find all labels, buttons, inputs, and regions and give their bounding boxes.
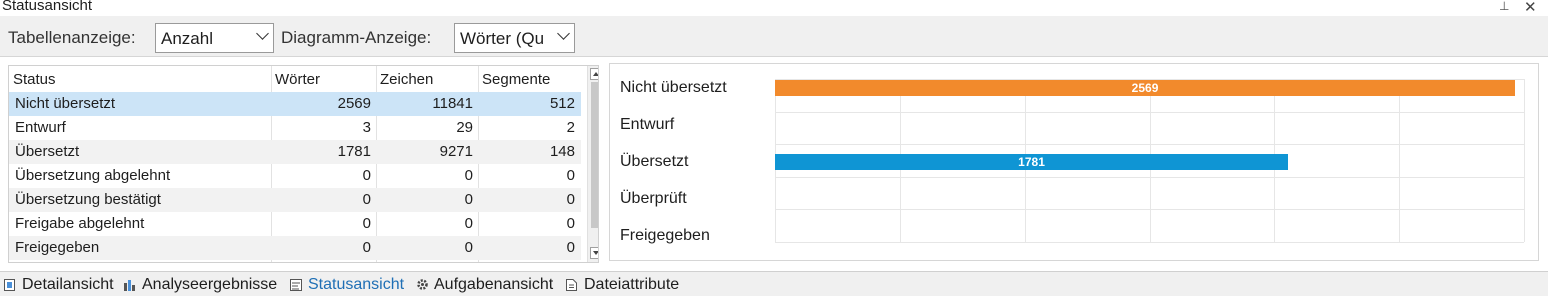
words-cell: 0 [362, 167, 371, 184]
chart-gridline [775, 111, 1524, 113]
chart-gridline [1524, 79, 1525, 242]
scroll-up-button[interactable] [590, 68, 598, 80]
words-cell: 1781 [337, 143, 371, 160]
bar-value-label: 2569 [1131, 81, 1159, 95]
category-label: Überprüft [620, 190, 687, 207]
chevron-down-icon [557, 27, 570, 40]
table-display-dropdown[interactable]: Anzahl [155, 23, 274, 53]
column-header-characters[interactable]: Zeichen [376, 66, 478, 92]
tab-aufgabenansicht[interactable]: Aufgabenansicht [434, 276, 553, 294]
status-cell: Nicht übersetzt [15, 95, 116, 112]
characters-cell: 9271 [439, 143, 473, 160]
characters-cell: 0 [464, 167, 473, 184]
column-header-words[interactable]: Wörter [271, 66, 376, 92]
characters-cell: 11841 [432, 95, 473, 112]
panel-title: Statusansicht [2, 0, 93, 14]
chevron-down-icon [256, 27, 269, 40]
segments-cell: 2 [566, 119, 575, 136]
chart-bar: 1781 [775, 154, 1289, 170]
chart-gridline [775, 209, 1524, 211]
close-icon[interactable]: ✕ [1524, 0, 1537, 16]
status-cell: Übersetzt [15, 143, 80, 160]
arrow-down-icon [593, 251, 598, 255]
status-icon [290, 278, 302, 291]
tab-analyseergebnisse[interactable]: Analyseergebnisse [142, 276, 277, 294]
chart-display-value: Wörter (Qu [460, 29, 545, 48]
words-cell: 3 [362, 119, 371, 136]
words-cell: 0 [362, 239, 371, 256]
analysis-icon [124, 278, 135, 291]
status-cell: Übersetzung bestätigt [15, 191, 161, 208]
characters-cell: 29 [456, 119, 473, 136]
segments-cell: 0 [566, 167, 575, 184]
bar-value-label: 1781 [1018, 155, 1045, 169]
words-cell: 2569 [337, 95, 371, 112]
vertical-scrollbar[interactable] [587, 66, 598, 262]
tab-detailansicht[interactable]: Detailansicht [22, 276, 114, 294]
status-cell: Freigabe abgelehnt [15, 215, 145, 232]
tab-bar: Detailansicht Analyseergebnisse Statusansi… [0, 271, 1548, 296]
file-icon [566, 278, 577, 291]
table-row[interactable]: Freigabe abgelehnt 0 0 0 [9, 212, 581, 236]
detail-icon [4, 278, 15, 291]
gear-icon [416, 278, 428, 290]
chart-gridline [1399, 79, 1401, 242]
tab-dateiattribute[interactable]: Dateiattribute [584, 276, 679, 294]
category-label: Entwurf [620, 116, 675, 133]
scrollbar-thumb[interactable] [591, 82, 598, 228]
chart-gridline [775, 176, 1524, 178]
status-table[interactable]: Status Wörter Zeichen Segmente Nicht übe… [8, 65, 599, 263]
scroll-down-button[interactable] [590, 247, 598, 259]
column-header-status[interactable]: Status [9, 66, 271, 92]
table-row[interactable]: Übersetzung bestätigt 0 0 0 [9, 188, 581, 212]
words-cell: 0 [362, 191, 371, 208]
table-display-label: Tabellenanzeige: [8, 28, 136, 47]
segments-cell: 0 [566, 191, 575, 208]
chart-gridline [775, 144, 1524, 146]
status-chart: Nicht übersetzt 2569 Entwurf Übersetzt 1781 Ü… [609, 63, 1539, 261]
chart-display-dropdown[interactable]: Wörter (Qu [454, 23, 575, 53]
panel-titlebar: Statusansicht ⊥ ✕ [0, 0, 1548, 16]
column-header-segments[interactable]: Segmente [478, 66, 588, 92]
chart-gridline [775, 242, 1524, 243]
chart-bar: 2569 [775, 80, 1516, 96]
category-label: Nicht übersetzt [620, 79, 727, 96]
status-cell: Übersetzung abgelehnt [15, 167, 171, 184]
table-row[interactable]: Übersetzung abgelehnt 0 0 0 [9, 164, 581, 188]
toolbar: Tabellenanzeige: Anzahl Diagramm-Anzeige… [0, 16, 1548, 56]
characters-cell: 0 [464, 239, 473, 256]
tab-statusansicht[interactable]: Statusansicht [308, 276, 404, 294]
words-cell: 0 [362, 215, 371, 232]
characters-cell: 0 [464, 215, 473, 232]
chart-display-label: Diagramm-Anzeige: [281, 28, 432, 47]
table-display-value: Anzahl [161, 29, 213, 48]
segments-cell: 0 [566, 239, 575, 256]
pin-icon[interactable]: ⊥ [1499, 0, 1509, 13]
table-row[interactable]: Entwurf 3 29 2 [9, 116, 581, 140]
status-cell: Freigegeben [15, 239, 100, 256]
characters-cell: 0 [464, 191, 473, 208]
table-row[interactable]: Nicht übersetzt 2569 11841 512 [9, 92, 581, 116]
table-row[interactable]: Übersetzt 1781 9271 148 [9, 140, 581, 164]
table-row[interactable]: Freigegeben 0 0 0 [9, 236, 581, 260]
segments-cell: 148 [549, 143, 575, 160]
arrow-up-icon [593, 72, 598, 76]
segments-cell: 512 [549, 95, 575, 112]
category-label: Freigegeben [620, 227, 710, 244]
segments-cell: 0 [566, 215, 575, 232]
status-cell: Entwurf [15, 119, 66, 136]
category-label: Übersetzt [620, 153, 689, 170]
